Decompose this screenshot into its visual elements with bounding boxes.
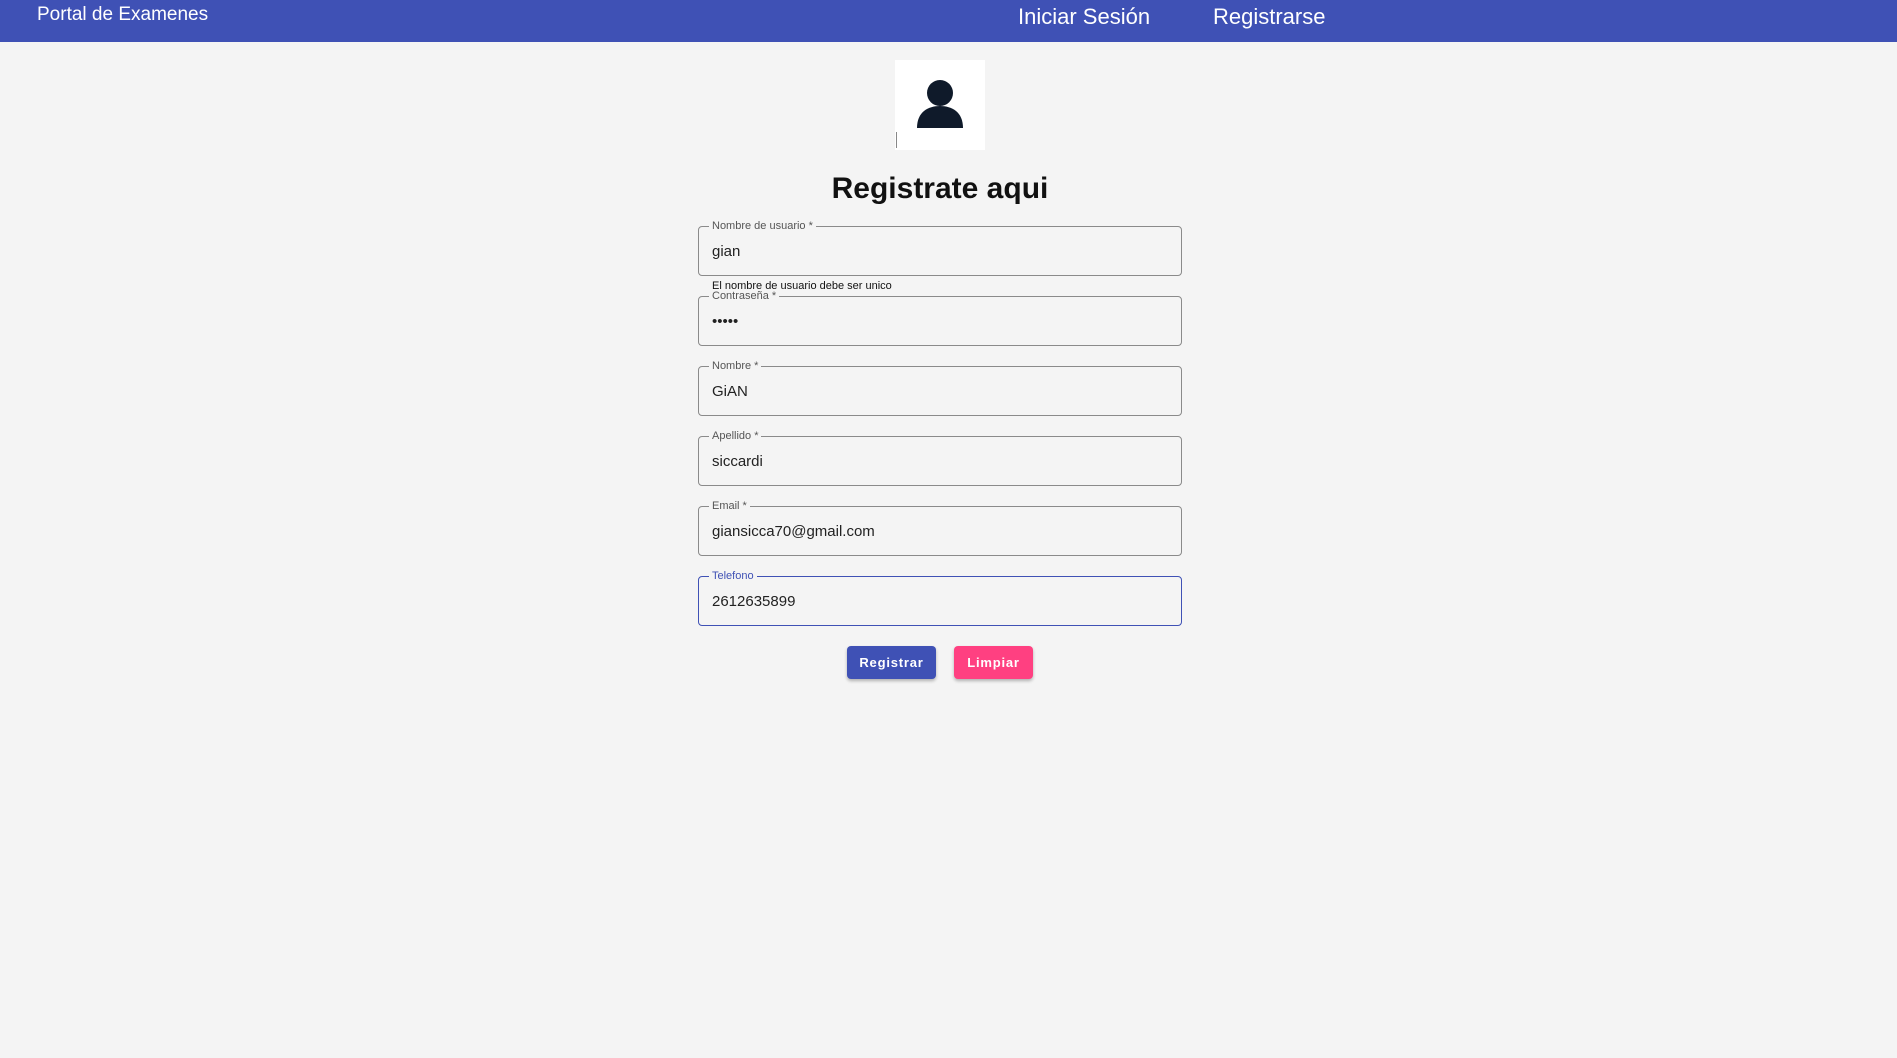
lastname-label: Apellido *	[709, 429, 762, 443]
register-link[interactable]: Registrarse	[1213, 4, 1325, 30]
brand-title: Portal de Examenes	[37, 4, 209, 25]
avatar	[895, 60, 985, 150]
lastname-input[interactable]	[712, 452, 1167, 472]
email-input[interactable]	[712, 522, 1167, 542]
register-button[interactable]: Registrar	[847, 646, 936, 679]
clear-button[interactable]: Limpiar	[954, 646, 1033, 679]
phone-label: Telefono	[709, 569, 757, 583]
avatar-edge-mark	[896, 132, 897, 148]
login-link[interactable]: Iniciar Sesión	[1018, 4, 1150, 30]
username-field[interactable]: Nombre de usuario *	[698, 219, 1182, 276]
username-input[interactable]	[712, 242, 1167, 262]
name-label: Nombre *	[709, 359, 762, 373]
phone-field[interactable]: Telefono	[698, 569, 1182, 626]
user-icon	[917, 80, 963, 128]
password-input[interactable]	[712, 312, 1167, 332]
email-field[interactable]: Email *	[698, 499, 1182, 556]
password-label: Contraseña *	[709, 289, 780, 303]
name-input[interactable]	[712, 382, 1167, 402]
page-title: Registrate aqui	[831, 172, 1049, 205]
phone-input[interactable]	[712, 592, 1167, 612]
name-field[interactable]: Nombre *	[698, 359, 1182, 416]
lastname-field[interactable]: Apellido *	[698, 429, 1182, 486]
email-label: Email *	[709, 499, 750, 513]
username-label: Nombre de usuario *	[709, 219, 816, 233]
top-toolbar: Portal de Examenes Iniciar Sesión Regist…	[0, 0, 1897, 42]
password-field[interactable]: Contraseña *	[698, 289, 1182, 346]
